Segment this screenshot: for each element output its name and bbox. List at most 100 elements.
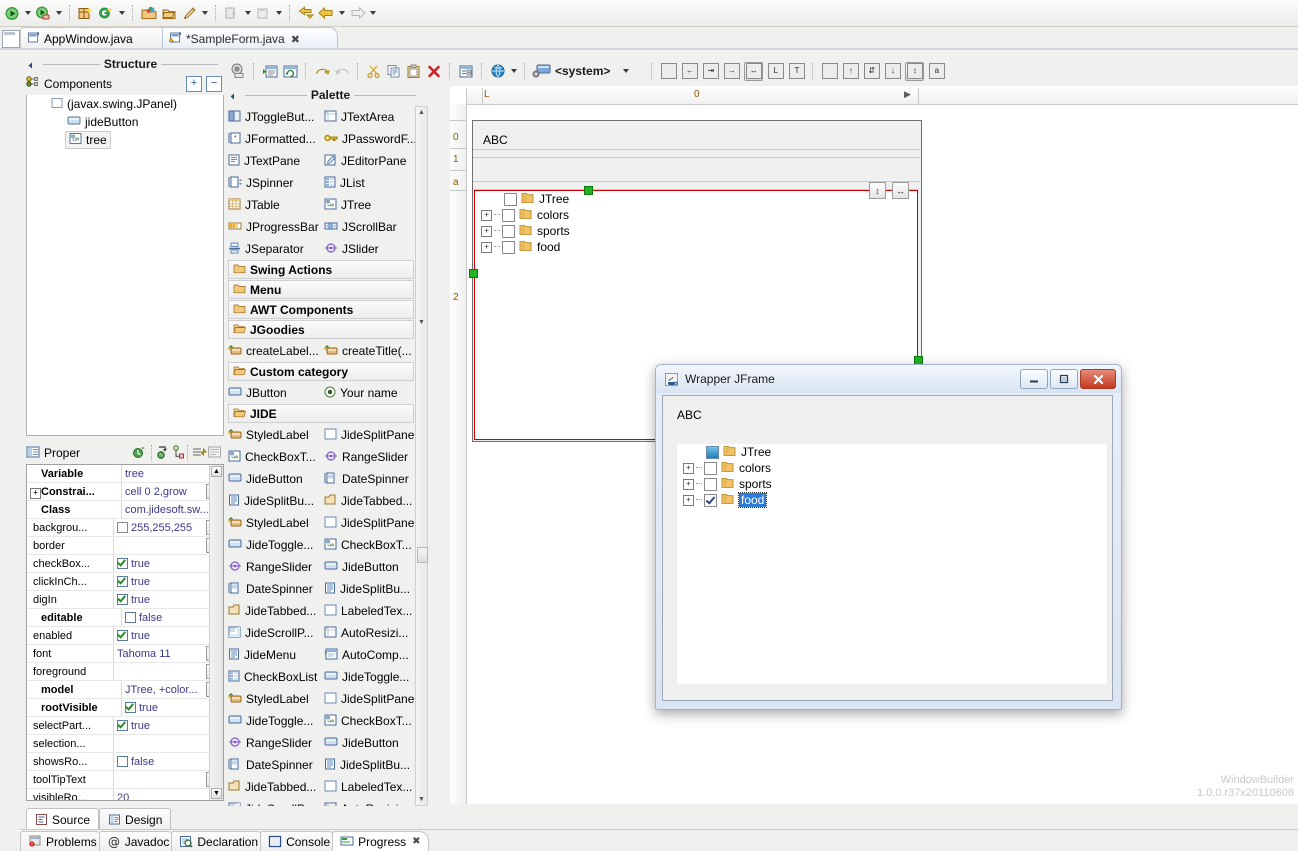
palette-item-jlist[interactable]: JList [324, 172, 420, 194]
palette-item-jprogressbar[interactable]: JProgressBar [228, 216, 324, 238]
align-left-icon[interactable]: ← [681, 63, 698, 80]
palette-scroll-up-arrow[interactable]: ▲ [416, 107, 427, 118]
locale-value-label[interactable]: <system> [555, 64, 610, 78]
palette-item-rangeslider[interactable]: RangeSlider [228, 732, 324, 754]
property-row[interactable]: Constrai...+cell 0 2,grow… [27, 483, 223, 501]
property-value[interactable] [114, 735, 223, 752]
palette-item-jidebutton[interactable]: JideButton [228, 468, 324, 490]
palette-item-jeditorpane[interactable]: JEditorPane [324, 150, 420, 172]
expand-node-icon[interactable]: + [683, 462, 694, 474]
property-value[interactable]: … [114, 771, 223, 788]
align-bottom-icon[interactable]: ↓ [884, 63, 901, 80]
debug-icon[interactable] [33, 3, 53, 23]
property-row[interactable]: backgrou...255,255,255… [27, 519, 223, 537]
show-events-icon[interactable] [133, 445, 148, 462]
tree-item-jidebutton[interactable]: jideButton [27, 113, 223, 131]
property-value[interactable]: 20 [114, 789, 223, 801]
align-trailing-icon[interactable]: T [788, 63, 805, 80]
wrapper-jframe-window[interactable]: Wrapper JFrame ABC JTree + colors + sports + f… [655, 364, 1122, 710]
palette-item-jidesplitbu[interactable]: JideSplitBu... [228, 490, 324, 512]
forward-dropdown-arrow[interactable] [367, 3, 378, 23]
import-dropdown-arrow[interactable] [242, 3, 253, 23]
selection-handle-left[interactable] [469, 269, 478, 278]
checkbox-unchecked-icon[interactable] [117, 756, 128, 767]
palette-item-styledlabel[interactable]: StyledLabel [228, 512, 324, 534]
fill-horizontal-handle-button[interactable]: ↔ [892, 182, 909, 199]
refresh-icon[interactable] [280, 61, 300, 81]
property-value[interactable]: false [122, 609, 223, 626]
close-icon[interactable]: ✖ [291, 33, 300, 46]
expand-node-icon[interactable]: + [683, 494, 694, 506]
palette-scroll-down-arrow[interactable]: ▼ [416, 794, 427, 805]
horizontal-ruler[interactable]: L 0 ▶ [466, 88, 1298, 105]
property-value[interactable]: true [122, 699, 223, 716]
checkbox-checked-icon[interactable] [117, 630, 128, 641]
palette-item-jscrollbar[interactable]: JScrollBar [324, 216, 420, 238]
debug-dropdown-arrow[interactable] [53, 3, 64, 23]
property-row[interactable]: showsRo... false [27, 753, 223, 771]
palette-item-labeledtex[interactable]: LabeledTex... [324, 600, 420, 622]
palette-item-autoresizi[interactable]: I AutoResizi [324, 798, 420, 806]
property-row[interactable]: modelJTree, +color...… [27, 681, 223, 699]
goto-definition-icon[interactable]: N [156, 445, 170, 462]
copy-icon[interactable] [384, 61, 404, 81]
property-value[interactable]: … [114, 537, 223, 554]
collapse-arrow-icon[interactable] [26, 59, 36, 69]
align-center-v-icon[interactable]: ⇵ [863, 63, 880, 80]
property-row[interactable]: digIn true [27, 591, 223, 609]
palette-item-jspinner[interactable]: JSpinner [228, 172, 324, 194]
palette-item-jidebutton[interactable]: JideButton [324, 732, 420, 754]
property-row[interactable]: selectPart... true [27, 717, 223, 735]
selection-handle-top[interactable] [584, 186, 593, 195]
delete-icon[interactable] [424, 61, 444, 81]
palette-scrollbar[interactable]: ▲ ▼ ▼ [415, 106, 428, 806]
palette-item-jidesplitbu[interactable]: JideSplitBu... [324, 578, 420, 600]
cut-icon[interactable] [364, 61, 384, 81]
open-type-icon[interactable] [139, 3, 159, 23]
palette-item-jseparator[interactable]: JSeparator [228, 238, 324, 260]
palette-category-awt-components[interactable]: AWT Components [228, 300, 414, 319]
palette-item-labeledtex[interactable]: LabeledTex... [324, 776, 420, 798]
restore-default-icon[interactable] [192, 445, 208, 462]
checkbox-unchecked-icon[interactable] [502, 208, 515, 222]
restore-perspective-icon[interactable] [2, 30, 20, 48]
paste-icon[interactable] [404, 61, 424, 81]
property-row[interactable]: editable false [27, 609, 223, 627]
palette-item-jformatted[interactable]: * JFormatted... [228, 128, 324, 150]
expand-node-icon[interactable]: + [481, 241, 492, 253]
tree-root-indicator[interactable] [706, 445, 719, 459]
palette-item-rangeslider[interactable]: RangeSlider [228, 556, 324, 578]
palette-item-rangeslider[interactable]: RangeSlider [324, 446, 420, 468]
forward-icon[interactable] [347, 3, 367, 23]
back-history-icon[interactable] [296, 3, 316, 23]
palette-item-jidetoggle[interactable]: JideToggle... [324, 666, 420, 688]
locale-dropdown-arrow[interactable] [508, 61, 519, 81]
align-center-h-icon[interactable]: ⇥ [702, 63, 719, 80]
property-row[interactable]: foreground… [27, 663, 223, 681]
palette-item-jslider[interactable]: JSlider [324, 238, 420, 260]
property-value[interactable]: Tahoma 11… [114, 645, 223, 662]
palette-item-autoresizi[interactable]: I AutoResizi... [324, 622, 420, 644]
palette-item-jidemenu[interactable]: JideMenu [228, 644, 324, 666]
import-icon[interactable] [222, 3, 242, 23]
palette-item-jidetabbed[interactable]: JideTabbed... [228, 776, 324, 798]
tree-node-colors[interactable]: + colors [475, 207, 917, 223]
property-row[interactable]: Class com.jidesoft.sw... [27, 501, 223, 519]
palette-item-styledlabel[interactable]: StyledLabel [228, 688, 324, 710]
close-button[interactable] [1080, 369, 1116, 389]
palette-item-jidesplitpane[interactable]: JideSplitPane [324, 512, 420, 534]
tree-node-food[interactable]: + food [677, 492, 1107, 508]
open-resource-icon[interactable] [159, 3, 179, 23]
palette-category-custom-category[interactable]: Custom category [228, 362, 414, 381]
close-icon[interactable]: ✖ [412, 836, 420, 847]
palette-item-jidescrollp[interactable]: JideScrollP [228, 798, 324, 806]
bottom-tab-declaration[interactable]: Declaration [171, 831, 267, 851]
property-value[interactable]: 255,255,255… [114, 519, 223, 536]
palette-item-jbutton[interactable]: JButton [228, 382, 324, 404]
scroll-up-arrow[interactable]: ▲ [211, 466, 222, 477]
property-row[interactable]: toolTipText… [27, 771, 223, 789]
checkbox-unchecked-icon[interactable] [704, 477, 717, 491]
align-right-icon[interactable]: → [723, 63, 740, 80]
property-value[interactable]: true [114, 573, 223, 590]
palette-item-checkboxt[interactable]: CheckBoxT... [324, 710, 420, 732]
